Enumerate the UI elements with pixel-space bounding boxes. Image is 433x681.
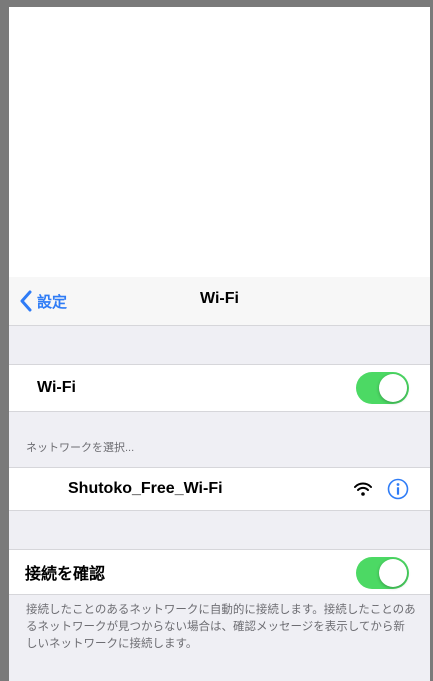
- toggle-knob: [379, 559, 407, 587]
- network-row[interactable]: Shutoko_Free_Wi-Fi: [9, 467, 430, 511]
- page-title: Wi-Fi: [200, 290, 239, 307]
- network-section-header: ネットワークを選択...: [26, 442, 135, 454]
- wifi-toggle-row: Wi-Fi: [9, 364, 430, 412]
- ask-to-join-toggle[interactable]: [356, 557, 409, 589]
- navigation-bar: 設定 Wi-Fi: [9, 277, 430, 326]
- toggle-knob: [379, 374, 407, 402]
- info-icon[interactable]: [387, 478, 409, 500]
- window-frame-top: [0, 0, 433, 7]
- ask-to-join-label: 接続を確認: [25, 566, 106, 583]
- ask-to-join-row: 接続を確認: [9, 549, 430, 595]
- wifi-signal-icon: [354, 482, 372, 496]
- window-frame-left: [0, 0, 9, 681]
- wifi-settings-panel: 設定 Wi-Fi Wi-Fi ネットワークを選択... Shutoko_Free…: [9, 277, 430, 681]
- ask-to-join-description: 接続したことのあるネットワークに自動的に接続します。接続したことのあるネットワー…: [26, 604, 416, 650]
- wifi-toggle-label: Wi-Fi: [37, 379, 76, 396]
- wifi-toggle[interactable]: [356, 372, 409, 404]
- network-name: Shutoko_Free_Wi-Fi: [68, 480, 223, 497]
